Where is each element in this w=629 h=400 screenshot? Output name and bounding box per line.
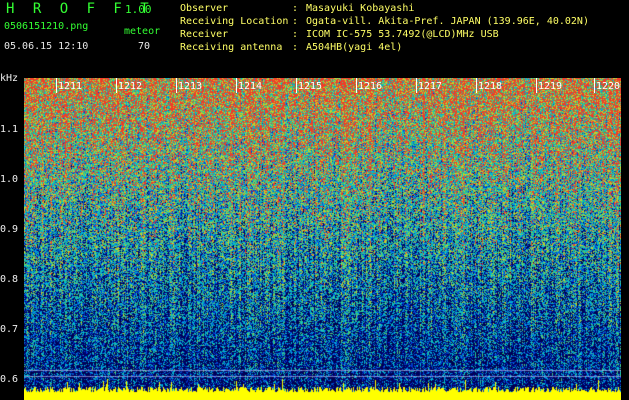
datetime-label: 05.06.15 12:10 (4, 41, 89, 52)
time-tick-1214: 1214 (238, 81, 263, 92)
antenna-value: A504HB(yagi 4el) (306, 42, 403, 53)
time-tick-1211: 1211 (58, 81, 83, 92)
mode-label: meteor (124, 26, 161, 37)
y-tick-0-6: 0.6 (0, 374, 19, 385)
time-tick-1215: 1215 (298, 81, 323, 92)
spectrogram-canvas (24, 78, 621, 400)
time-marker-line (356, 78, 357, 93)
receiver-colon: : (292, 29, 299, 40)
antenna-colon: : (292, 42, 299, 53)
receiver-key: Receiver (180, 29, 229, 40)
time-tick-1217: 1217 (418, 81, 443, 92)
antenna-key: Receiving antenna (180, 42, 283, 53)
observer-value: Masayuki Kobayashi (306, 3, 415, 14)
observer-colon: : (292, 3, 299, 14)
location-value: Ogata-vill. Akita-Pref. JAPAN (139.96E, … (306, 16, 589, 27)
time-marker-line (416, 78, 417, 93)
echo-count: 70 (138, 41, 151, 52)
y-axis-unit: kHz (0, 73, 19, 84)
header-panel: H R O F F T 1.00 0506151210.png meteor 0… (0, 0, 629, 78)
location-key: Receiving Location (180, 16, 289, 27)
time-marker-line (594, 78, 595, 93)
time-tick-1220: 1220 (596, 81, 621, 92)
location-colon: : (292, 16, 299, 27)
time-marker-line (176, 78, 177, 93)
y-tick-1-0: 1.0 (0, 174, 19, 185)
filename-label: 0506151210.png (4, 21, 89, 32)
time-marker-line (56, 78, 57, 93)
y-tick-1-1: 1.1 (0, 124, 19, 135)
time-tick-1213: 1213 (178, 81, 203, 92)
time-tick-1218: 1218 (478, 81, 503, 92)
receiver-value: ICOM IC-575 53.7492(@LCD)MHz USB (306, 29, 499, 40)
time-tick-1216: 1216 (358, 81, 383, 92)
time-marker-line (536, 78, 537, 93)
y-tick-0-7: 0.7 (0, 324, 19, 335)
time-tick-1212: 1212 (118, 81, 143, 92)
y-tick-0-9: 0.9 (0, 224, 19, 235)
time-marker-line (476, 78, 477, 93)
version-label: 1.00 (125, 3, 152, 16)
time-marker-line (296, 78, 297, 93)
observer-key: Observer (180, 3, 229, 14)
y-tick-0-8: 0.8 (0, 274, 19, 285)
time-tick-1219: 1219 (538, 81, 563, 92)
time-marker-line (116, 78, 117, 93)
time-marker-line (236, 78, 237, 93)
